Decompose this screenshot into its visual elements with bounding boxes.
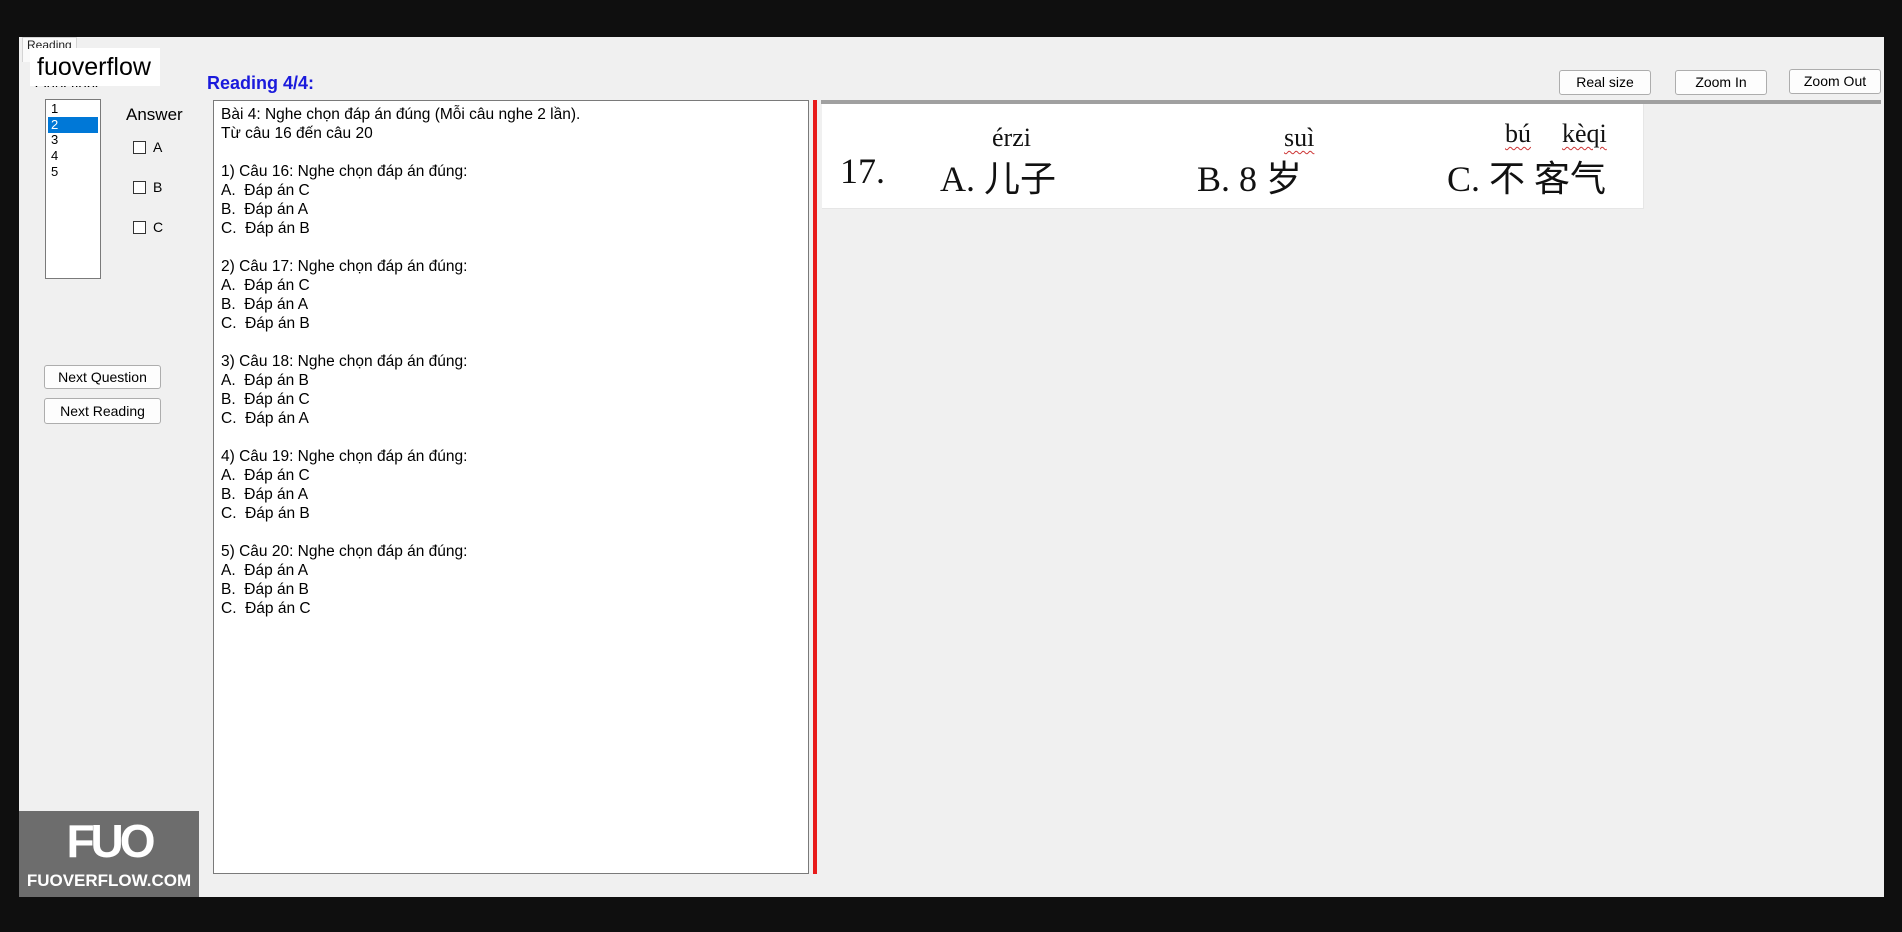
pinyin-a: érzi: [992, 123, 1031, 152]
text-line: B. Đáp án A: [221, 201, 309, 218]
next-question-button[interactable]: Next Question: [44, 365, 161, 389]
answer-option-a-label: A: [153, 139, 163, 155]
text-line: Bài 4: Nghe chọn đáp án đúng (Mỗi câu ng…: [221, 106, 581, 123]
answer-option-c-label: C: [153, 219, 164, 235]
logo-text: FUOVERFLOW.COM: [26, 871, 192, 890]
app-window: Reading Questions fuoverflow 1 2 3 4 5 A…: [19, 37, 1884, 897]
text-line: C. Đáp án B: [221, 315, 310, 332]
text-line: A. Đáp án A: [221, 562, 309, 579]
answer-option-b-label: B: [153, 179, 163, 195]
text-line: A. Đáp án C: [221, 467, 310, 484]
question-list-item[interactable]: 5: [48, 165, 98, 181]
text-line: C. Đáp án C: [221, 600, 311, 617]
text-line: B. Đáp án A: [221, 296, 309, 313]
text-line: 3) Câu 18: Nghe chọn đáp án đúng:: [221, 353, 468, 370]
answer-option-c[interactable]: C: [133, 219, 163, 235]
reading-text-pane[interactable]: Bài 4: Nghe chọn đáp án đúng (Mỗi câu ng…: [213, 100, 809, 874]
text-line: B. Đáp án C: [221, 391, 310, 408]
question-list-item-selected[interactable]: 2: [48, 117, 98, 133]
checkbox-c[interactable]: [133, 220, 146, 234]
real-size-button[interactable]: Real size: [1559, 70, 1651, 95]
question-image: 17. érzi A. 儿子 suì B. 8 岁 bú kèqi C. 不 客…: [822, 104, 1644, 209]
text-line: C. Đáp án B: [221, 505, 310, 522]
text-line: C. Đáp án B: [221, 220, 310, 237]
checkbox-a[interactable]: [133, 140, 146, 154]
reading-title: Reading 4/4:: [207, 73, 315, 93]
text-line: B. Đáp án B: [221, 581, 309, 598]
text-line: B. Đáp án A: [221, 486, 309, 503]
text-line: [221, 143, 808, 162]
text-line: [221, 428, 808, 447]
image-option-a: A. 儿子: [940, 159, 1056, 199]
answer-option-a[interactable]: A: [133, 139, 162, 155]
pinyin-c-2: kèqi: [1562, 119, 1607, 148]
text-line: Từ câu 16 đến câu 20: [221, 125, 373, 142]
answer-label: Answer: [126, 105, 183, 124]
zoom-in-button[interactable]: Zoom In: [1675, 70, 1767, 95]
pinyin-b: suì: [1284, 123, 1315, 152]
text-line: A. Đáp án C: [221, 277, 310, 294]
question-list-item[interactable]: 1: [48, 101, 98, 117]
checkbox-b[interactable]: [133, 180, 146, 194]
text-line: 4) Câu 19: Nghe chọn đáp án đúng:: [221, 448, 468, 465]
next-reading-button[interactable]: Next Reading: [44, 398, 161, 424]
text-line: C. Đáp án A: [221, 410, 309, 427]
text-line: [221, 333, 808, 352]
text-line: 1) Câu 16: Nghe chọn đáp án đúng:: [221, 163, 468, 180]
watermark-label: fuoverflow: [30, 48, 160, 86]
question-list-item[interactable]: 3: [48, 133, 98, 149]
question-list[interactable]: 1 2 3 4 5: [45, 99, 101, 279]
zoom-out-button[interactable]: Zoom Out: [1789, 69, 1881, 94]
text-line: A. Đáp án C: [221, 182, 310, 199]
text-line: A. Đáp án B: [221, 372, 309, 389]
fuoverflow-logo: FUO FUOVERFLOW.COM: [19, 811, 199, 897]
image-option-b: B. 8 岁: [1197, 159, 1303, 199]
text-line: [221, 238, 808, 257]
image-option-c: C. 不 客气: [1447, 159, 1607, 199]
pinyin-c-1: bú: [1505, 119, 1531, 148]
logo-mark: FUO: [66, 815, 155, 867]
text-line: 2) Câu 17: Nghe chọn đáp án đúng:: [221, 258, 468, 275]
pane-splitter[interactable]: [813, 100, 817, 874]
question-list-item[interactable]: 4: [48, 149, 98, 165]
answer-option-b[interactable]: B: [133, 179, 162, 195]
text-line: [221, 523, 808, 542]
text-line: 5) Câu 20: Nghe chọn đáp án đúng:: [221, 543, 468, 560]
image-question-number: 17.: [840, 151, 885, 191]
